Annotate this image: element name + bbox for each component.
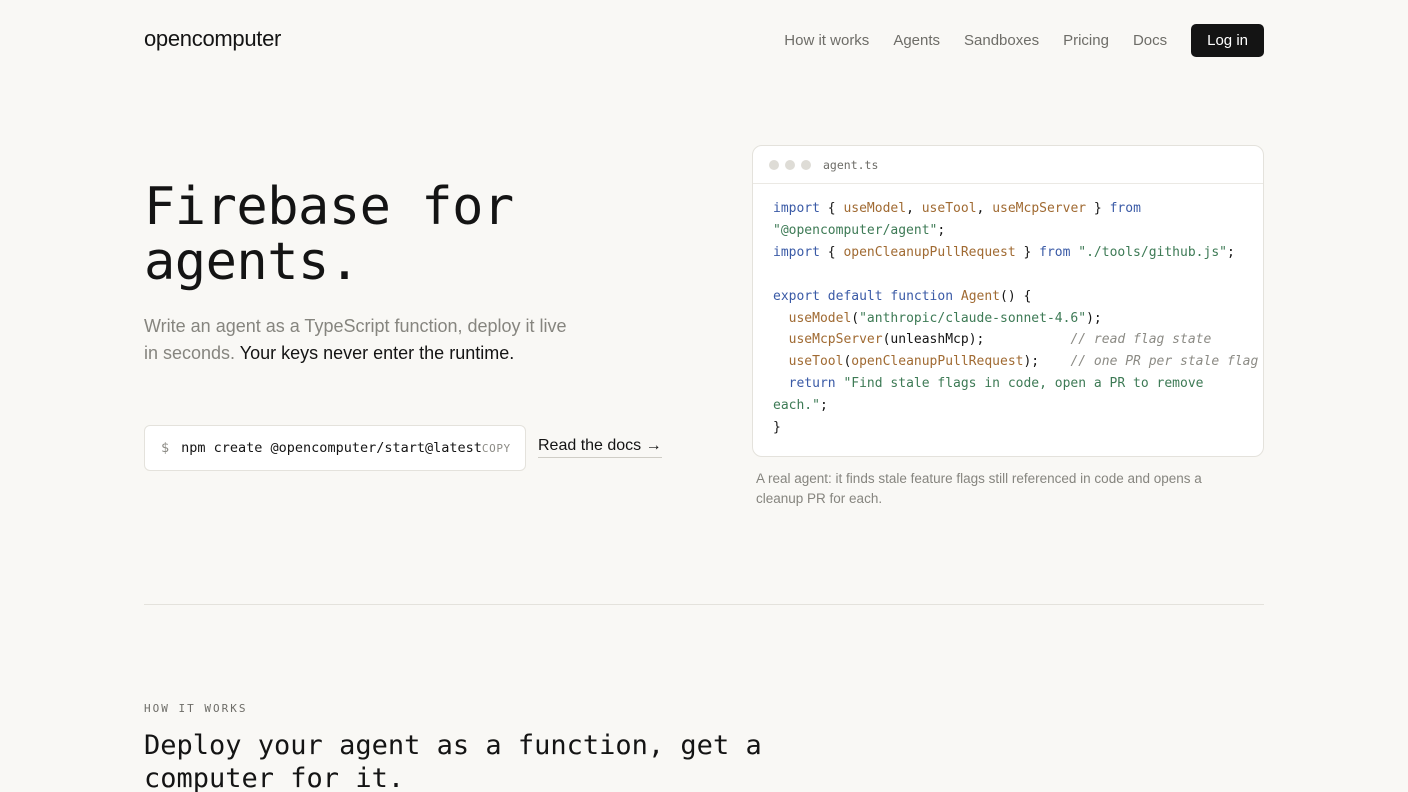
hero-subtitle-strong: Your keys never enter the runtime. [239, 342, 515, 363]
code-token: "anthropic/claude-sonnet-4.6" [859, 310, 1087, 326]
code-token: export [773, 288, 820, 304]
code-token: openCleanupPullRequest [851, 354, 1024, 370]
code-token: useModel [788, 310, 852, 326]
code-token: import [773, 201, 820, 216]
nav-docs[interactable]: Docs [1133, 32, 1167, 49]
code-token: Agent [960, 288, 1001, 304]
code-token: from [1039, 244, 1071, 260]
code-block: import { useModel, useTool, useMcpServer… [773, 201, 1259, 436]
code-token: return [788, 376, 836, 392]
code-token: import [773, 244, 820, 260]
code-token: useModel [843, 201, 907, 216]
code-comment: // read flag state [1070, 332, 1212, 348]
code-token: default [827, 288, 883, 304]
hero-title-line2: agents. [144, 232, 360, 292]
code-token: each." [773, 398, 820, 414]
hero-title-line1: Firebase for [144, 177, 514, 237]
code-token: from [1109, 201, 1141, 216]
window-dot-icon [785, 159, 795, 170]
code-token: useMcpServer [788, 332, 883, 348]
hero-title: Firebase for agents. [144, 180, 624, 290]
hero-subtitle: Write an agent as a TypeScript function,… [144, 313, 574, 366]
section-title: Deploy your agent as a function, get a c… [144, 730, 762, 792]
code-card-header: agent.ts [753, 146, 1263, 184]
code-token: useTool [788, 354, 844, 370]
install-command-box: $ npm create @opencomputer/start@latest … [144, 425, 526, 471]
login-button[interactable]: Log in [1191, 24, 1264, 57]
code-caption: A real agent: it finds stale feature fla… [756, 471, 1202, 506]
nav-pricing[interactable]: Pricing [1063, 32, 1109, 49]
top-nav: How it works Agents Sandboxes Pricing Do… [784, 24, 1264, 57]
logo[interactable]: opencomputer [144, 26, 281, 52]
code-token: function [890, 288, 954, 304]
nav-sandboxes[interactable]: Sandboxes [964, 32, 1039, 49]
nav-how-it-works[interactable]: How it works [784, 32, 869, 49]
nav-agents[interactable]: Agents [893, 32, 940, 49]
window-dot-icon [769, 159, 779, 170]
section-eyebrow: HOW IT WORKS [144, 702, 248, 715]
window-dot-icon [801, 159, 811, 170]
code-token: openCleanupPullRequest [843, 244, 1016, 260]
code-token: "./tools/github.js" [1078, 244, 1227, 260]
code-token: "Find stale flags in code, open a PR to … [843, 376, 1204, 392]
code-token: useTool [921, 201, 977, 216]
code-filename: agent.ts [823, 157, 879, 172]
code-token: unleashMcp [890, 332, 969, 348]
copy-button[interactable]: COPY [482, 442, 511, 455]
code-card: agent.ts import { useModel, useTool, use… [752, 145, 1264, 457]
prompt-symbol: $ [161, 440, 170, 456]
code-token: "@opencomputer/agent" [773, 222, 938, 238]
read-docs-link[interactable]: Read the docs → [538, 437, 662, 458]
install-command[interactable]: npm create @opencomputer/start@latest [181, 440, 482, 456]
code-token: useMcpServer [992, 201, 1087, 216]
section-divider [144, 604, 1264, 605]
code-comment: // one PR per stale flag [1070, 354, 1259, 370]
